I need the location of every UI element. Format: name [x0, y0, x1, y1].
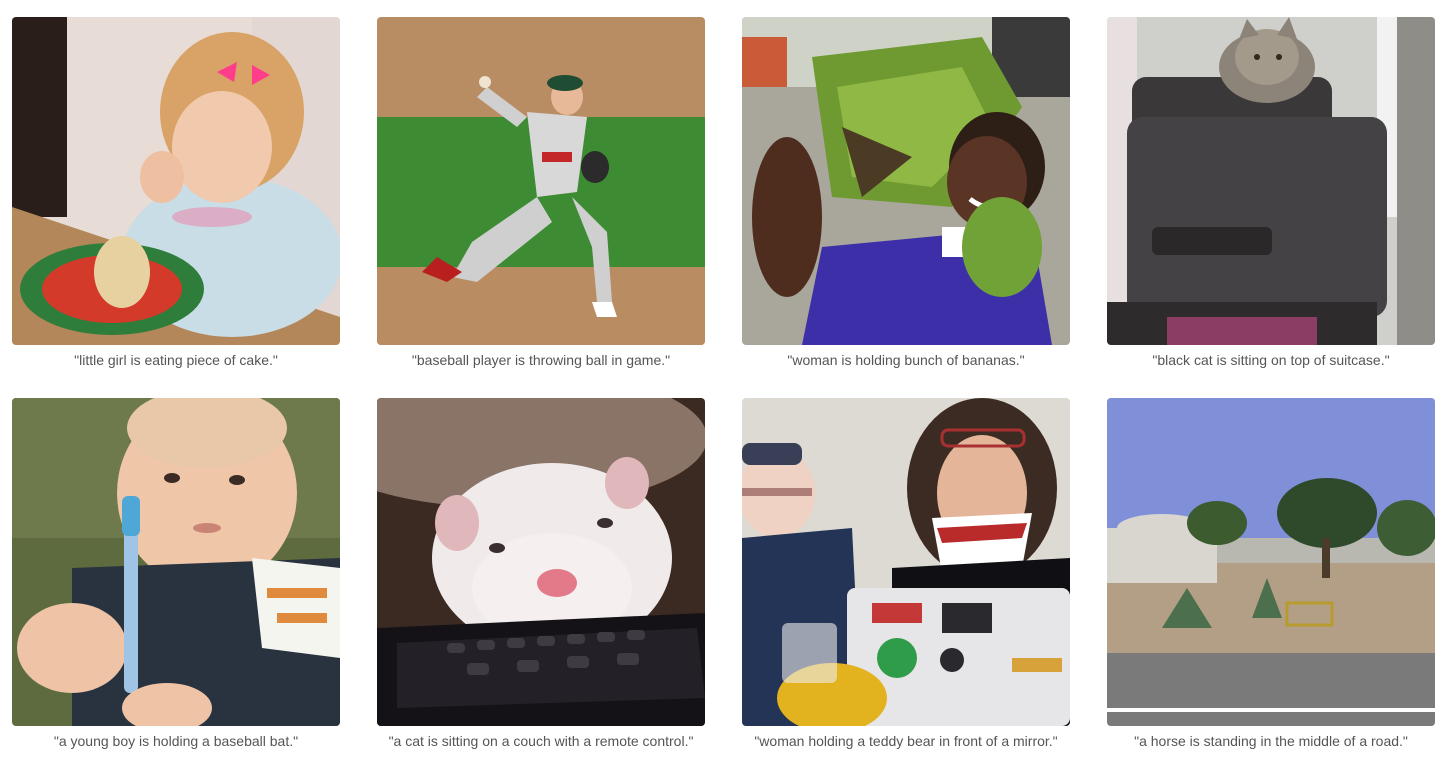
gallery-card: "little girl is eating piece of cake." [12, 17, 340, 398]
caption-gallery: "little girl is eating piece of cake." "… [12, 17, 1438, 779]
gallery-card: "a cat is sitting on a couch with a remo… [377, 398, 705, 779]
gallery-image [742, 17, 1070, 345]
gallery-image [1107, 17, 1435, 345]
gallery-image [1107, 398, 1435, 726]
image-caption: "a cat is sitting on a couch with a remo… [388, 733, 694, 749]
image-caption: "a young boy is holding a baseball bat." [53, 733, 299, 749]
image-caption: "black cat is sitting on top of suitcase… [1152, 352, 1390, 368]
gallery-card: "woman is holding bunch of bananas." [742, 17, 1070, 398]
gallery-image [377, 398, 705, 726]
image-caption: "a horse is standing in the middle of a … [1134, 733, 1408, 749]
image-caption: "woman holding a teddy bear in front of … [754, 733, 1058, 749]
gallery-card: "woman holding a teddy bear in front of … [742, 398, 1070, 779]
image-caption: "woman is holding bunch of bananas." [787, 352, 1025, 368]
gallery-card: "a horse is standing in the middle of a … [1107, 398, 1435, 779]
gallery-card: "baseball player is throwing ball in gam… [377, 17, 705, 398]
gallery-image [12, 17, 340, 345]
image-caption: "baseball player is throwing ball in gam… [411, 352, 671, 368]
gallery-card: "a young boy is holding a baseball bat." [12, 398, 340, 779]
image-caption: "little girl is eating piece of cake." [74, 352, 278, 368]
gallery-image [12, 398, 340, 726]
gallery-image [742, 398, 1070, 726]
gallery-card: "black cat is sitting on top of suitcase… [1107, 17, 1435, 398]
gallery-image [377, 17, 705, 345]
